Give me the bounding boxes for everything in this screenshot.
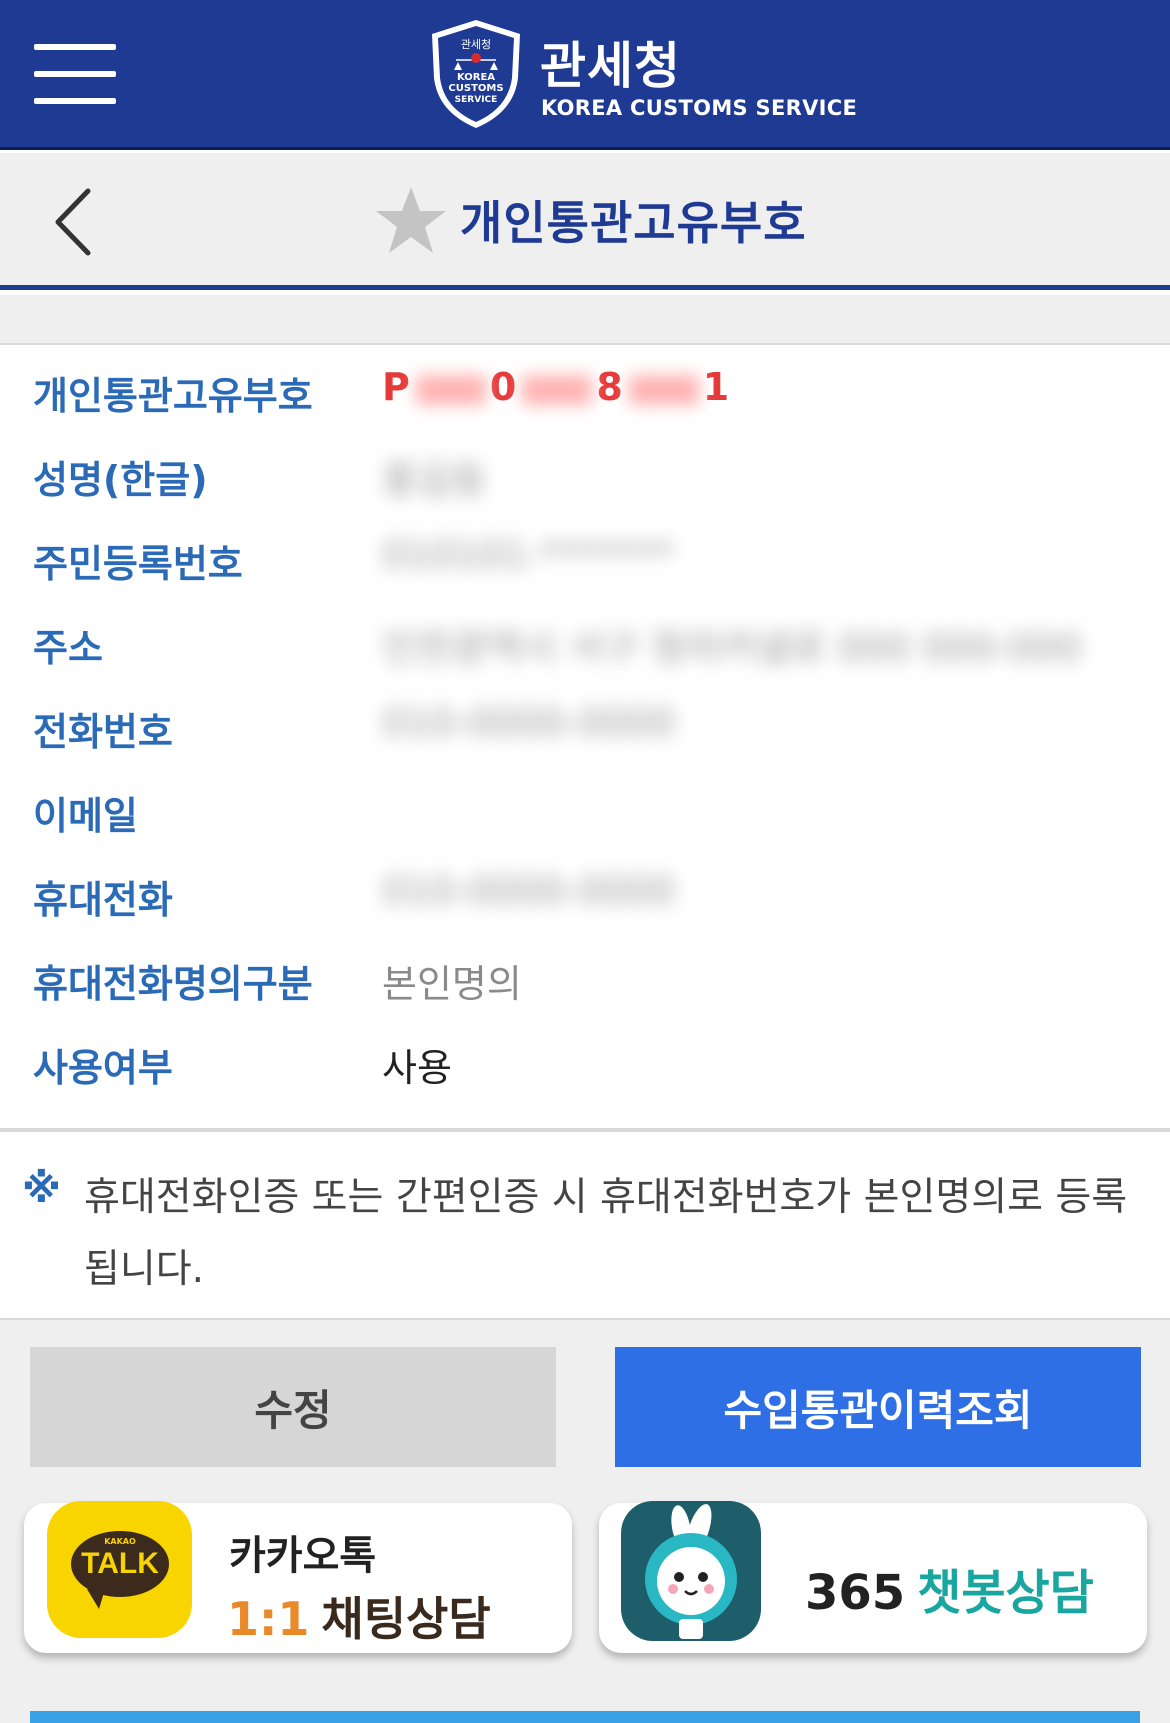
import-history-button[interactable]: 수입통관이력조회 [615,1347,1141,1467]
info-label: 주민등록번호 [33,542,243,586]
chatbot-mascot-icon [621,1501,761,1641]
star-icon[interactable] [374,183,448,257]
resident-number-value: 010101-******* [382,533,674,577]
info-label: 개인통관고유부호 [33,374,313,418]
info-label: 이메일 [33,794,138,838]
bottom-banner-edge [30,1711,1140,1723]
edit-button[interactable]: 수정 [30,1347,556,1467]
chatbot-card-number: 365 [805,1565,906,1621]
page-titlebar: 개인통관고유부호 [0,153,1170,290]
top-navbar: 관세청 KOREA CUSTOMS SERVICE 관세청 KOREA CUST… [0,0,1170,150]
info-row-email: 이메일 [0,767,1170,851]
info-row-phone: 전화번호 010-0000-0000 [0,683,1170,767]
info-row-resident-number: 주민등록번호 010101-******* [0,515,1170,599]
info-row-name: 성명(한글) 홍길동 [0,431,1170,515]
spacer [0,295,1170,345]
logo-en-text-3: SERVICE [455,95,498,105]
name-value: 홍길동 [382,458,487,502]
kakao-card-text: 채팅상담 [321,1592,491,1646]
kakao-card-number: 1:1 [227,1592,310,1646]
chatbot-card-label: 365 챗봇상담 [805,1553,1094,1623]
logo-en-text-2: CUSTOMS [448,83,503,94]
info-row-mobile-owner: 휴대전화명의구분 본인명의 [0,935,1170,1019]
info-row-mobile: 휴대전화 010-0000-0000 [0,851,1170,935]
chevron-left-icon[interactable] [50,185,100,259]
info-label: 휴대전화명의구분 [33,962,313,1006]
address-value: 인천광역시 서구 청라커낼로 000 000-000 [382,626,1082,670]
kakaotalk-icon: KAKAO TALK [47,1501,192,1638]
kakao-card-title: 카카오톡 [229,1533,377,1579]
brand-name-en: KOREA CUSTOMS SERVICE [541,96,858,120]
info-label: 전화번호 [33,710,173,754]
kakao-icon-small-text: KAKAO [104,1537,136,1546]
info-row-usage: 사용여부 사용 [0,1019,1170,1103]
customs-logo[interactable]: 관세청 KOREA CUSTOMS SERVICE [428,18,524,130]
chatbot-card-text: 챗봇상담 [917,1565,1094,1621]
brand-name-kr: 관세청 [540,37,681,95]
kakao-card-subtitle: 1:1 채팅상담 [227,1583,491,1649]
mobile-owner-value: 본인명의 [382,962,522,1006]
action-area: 수정 수입통관이력조회 KAKAO TALK 카카오톡 1:1 채팅상담 365… [0,1320,1170,1723]
info-label: 성명(한글) [33,458,208,502]
logo-en-text-1: KOREA [457,72,495,83]
notice: ※ 휴대전화인증 또는 간편인증 시 휴대전화번호가 본인명의로 등록됩니다. [0,1138,1170,1320]
info-label: 휴대전화 [33,878,173,922]
reference-mark-icon: ※ [22,1166,61,1212]
info-row-address: 주소 인천광역시 서구 청라커낼로 000 000-000 [0,599,1170,683]
page-title: 개인통관고유부호 [460,196,807,250]
menu-icon[interactable] [34,44,116,106]
usage-value: 사용 [382,1046,452,1090]
chatbot-card[interactable]: 365 챗봇상담 [599,1501,1147,1653]
divider [0,1128,1170,1132]
logo-kr-text: 관세청 [461,38,491,51]
kakao-chat-card[interactable]: KAKAO TALK 카카오톡 1:1 채팅상담 [24,1501,572,1653]
info-label: 사용여부 [33,1046,173,1090]
customs-code-value: P081 [382,365,732,409]
info-row-customs-code: 개인통관고유부호 P081 [0,347,1170,431]
notice-text: 휴대전화인증 또는 간편인증 시 휴대전화번호가 본인명의로 등록됩니다. [84,1175,1128,1292]
kakao-icon-text: TALK [81,1547,159,1580]
info-label: 주소 [33,626,103,670]
mobile-value: 010-0000-0000 [382,869,676,913]
phone-value: 010-0000-0000 [382,701,676,745]
